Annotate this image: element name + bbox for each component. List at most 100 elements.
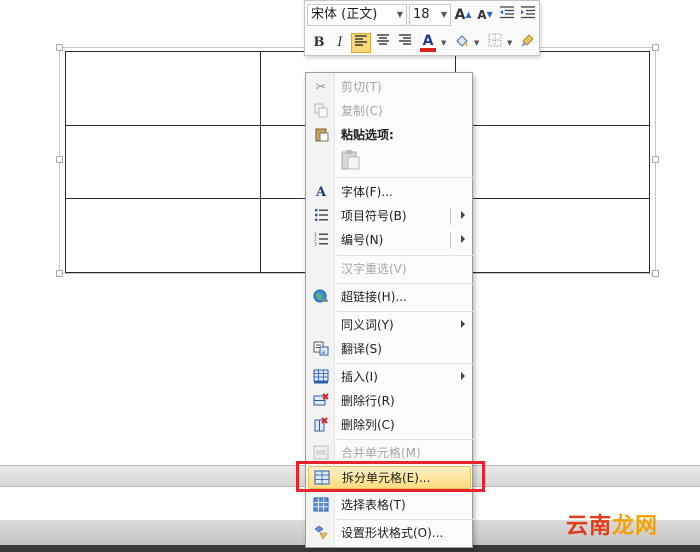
paste-keep-text-icon bbox=[341, 150, 360, 170]
align-left-button[interactable] bbox=[351, 33, 371, 53]
increase-indent-icon bbox=[521, 6, 535, 19]
table-cell[interactable] bbox=[455, 51, 650, 126]
split-divider bbox=[450, 208, 451, 225]
resize-handle-left[interactable] bbox=[56, 156, 63, 163]
font-size-value: 18 bbox=[413, 7, 430, 22]
decrease-indent-button[interactable] bbox=[497, 5, 517, 25]
chevron-down-icon[interactable]: ▼ bbox=[507, 39, 512, 47]
menu-item-label: 汉字重选(V) bbox=[341, 262, 407, 276]
align-center-button[interactable] bbox=[373, 33, 393, 53]
table-cell[interactable] bbox=[65, 124, 261, 200]
menu-item-font[interactable]: A 字体(F)... bbox=[308, 181, 471, 204]
resize-handle-bottom-left[interactable] bbox=[56, 270, 63, 277]
bold-icon: B bbox=[313, 35, 325, 50]
format-painter-button[interactable] bbox=[517, 33, 537, 53]
submenu-arrow-icon[interactable] bbox=[461, 372, 465, 380]
borders-icon bbox=[488, 33, 502, 47]
resize-handle-top-right[interactable] bbox=[652, 44, 659, 51]
menu-separator bbox=[337, 283, 473, 284]
mini-toolbar: 宋体 (正文) ▼ 18 ▼ A▲ A▼ B I A ▼ ▼ ▼ bbox=[304, 0, 540, 56]
globe-link-icon bbox=[312, 289, 330, 306]
watermark-logo: 云南龙网 bbox=[566, 508, 658, 540]
italic-button[interactable]: I bbox=[330, 33, 350, 53]
align-center-icon bbox=[377, 34, 389, 45]
chevron-down-icon[interactable]: ▼ bbox=[397, 5, 403, 25]
bullets-icon bbox=[312, 208, 330, 225]
menu-item-translate[interactable]: a 翻译(S) bbox=[308, 338, 471, 361]
menu-item-copy[interactable]: 复制(C) bbox=[308, 100, 471, 123]
menu-item-hyperlink[interactable]: 超链接(H)... bbox=[308, 286, 471, 309]
menu-item-label: 删除行(R) bbox=[341, 394, 395, 408]
delete-column-icon bbox=[312, 417, 330, 434]
format-shape-icon bbox=[312, 525, 330, 542]
menu-item-label: 编号(N) bbox=[341, 233, 384, 247]
borders-button[interactable] bbox=[485, 33, 505, 53]
chevron-down-icon[interactable]: ▼ bbox=[441, 39, 446, 47]
svg-text:3: 3 bbox=[314, 241, 317, 246]
table-cell[interactable] bbox=[65, 198, 261, 273]
font-icon: A bbox=[315, 185, 327, 200]
menu-item-label: 超链接(H)... bbox=[341, 290, 407, 304]
menu-item-delete-column[interactable]: 删除列(C) bbox=[308, 414, 471, 437]
split-divider bbox=[450, 232, 451, 249]
menu-separator bbox=[337, 363, 473, 364]
menu-separator bbox=[337, 255, 473, 256]
font-color-button[interactable]: A bbox=[418, 31, 438, 52]
shrink-font-button[interactable]: A▼ bbox=[475, 5, 495, 25]
submenu-arrow-icon[interactable] bbox=[461, 235, 465, 243]
menu-item-label: 插入(I) bbox=[341, 370, 378, 384]
menu-item-paste-options: 粘贴选项: bbox=[308, 124, 471, 147]
menu-item-label: 粘贴选项: bbox=[341, 128, 394, 142]
menu-separator bbox=[337, 519, 473, 520]
increase-indent-button[interactable] bbox=[518, 5, 538, 25]
menu-item-cut[interactable]: ✂ 剪切(T) bbox=[308, 76, 471, 99]
font-name-combo[interactable]: 宋体 (正文) ▼ bbox=[307, 4, 407, 26]
shrink-font-icon: A bbox=[477, 8, 487, 22]
menu-item-insert[interactable]: 插入(I) bbox=[308, 366, 471, 389]
menu-item-format-shape[interactable]: 设置形状格式(O)... bbox=[308, 522, 471, 545]
font-color-swatch bbox=[420, 48, 436, 52]
resize-handle-top-left[interactable] bbox=[56, 44, 63, 51]
insert-table-icon bbox=[312, 369, 330, 386]
svg-text:a: a bbox=[322, 349, 326, 356]
table-cell[interactable] bbox=[455, 198, 650, 273]
menu-item-label: 项目符号(B) bbox=[341, 209, 407, 223]
menu-item-hanzi-reconvert[interactable]: 汉字重选(V) bbox=[308, 258, 471, 281]
scissors-icon: ✂ bbox=[315, 80, 327, 95]
menu-item-label: 同义词(Y) bbox=[341, 318, 394, 332]
decrease-indent-icon bbox=[500, 6, 514, 19]
menu-item-delete-row[interactable]: 删除行(R) bbox=[308, 390, 471, 413]
font-size-combo[interactable]: 18 ▼ bbox=[409, 4, 451, 26]
watermark-text-part1: 云南 bbox=[566, 514, 613, 539]
align-right-button[interactable] bbox=[395, 33, 415, 53]
align-left-icon bbox=[355, 35, 367, 46]
numbering-icon: 123 bbox=[312, 232, 330, 249]
paste-keep-text-button[interactable] bbox=[340, 149, 362, 171]
chevron-down-icon[interactable]: ▼ bbox=[441, 5, 447, 25]
menu-separator bbox=[337, 177, 473, 178]
menu-item-select-table[interactable]: 选择表格(T) bbox=[308, 494, 471, 517]
grow-font-button[interactable]: A▲ bbox=[453, 5, 473, 25]
watermark-text-part2: 龙网 bbox=[612, 514, 659, 539]
menu-item-numbering[interactable]: 123 编号(N) bbox=[308, 229, 471, 252]
bold-button[interactable]: B bbox=[309, 33, 329, 53]
submenu-arrow-icon[interactable] bbox=[461, 211, 465, 219]
highlight-color-button[interactable] bbox=[452, 33, 472, 53]
table-cell[interactable] bbox=[65, 51, 261, 126]
submenu-arrow-icon[interactable] bbox=[461, 320, 465, 328]
chevron-down-icon[interactable]: ▼ bbox=[474, 39, 479, 47]
paint-bucket-icon bbox=[456, 35, 468, 47]
table-cell[interactable] bbox=[455, 124, 650, 200]
menu-separator bbox=[337, 439, 473, 440]
menu-item-label: 合并单元格(M) bbox=[341, 446, 421, 460]
menu-item-label: 复制(C) bbox=[341, 104, 383, 118]
italic-icon: I bbox=[337, 35, 343, 50]
font-color-icon: A bbox=[422, 33, 434, 49]
resize-handle-right[interactable] bbox=[652, 156, 659, 163]
menu-item-label: 字体(F)... bbox=[341, 185, 393, 199]
menu-item-bullets[interactable]: 项目符号(B) bbox=[308, 205, 471, 228]
menu-item-synonyms[interactable]: 同义词(Y) bbox=[308, 314, 471, 337]
menu-separator bbox=[337, 311, 473, 312]
menu-item-label: 剪切(T) bbox=[341, 80, 382, 94]
resize-handle-bottom-right[interactable] bbox=[652, 270, 659, 277]
